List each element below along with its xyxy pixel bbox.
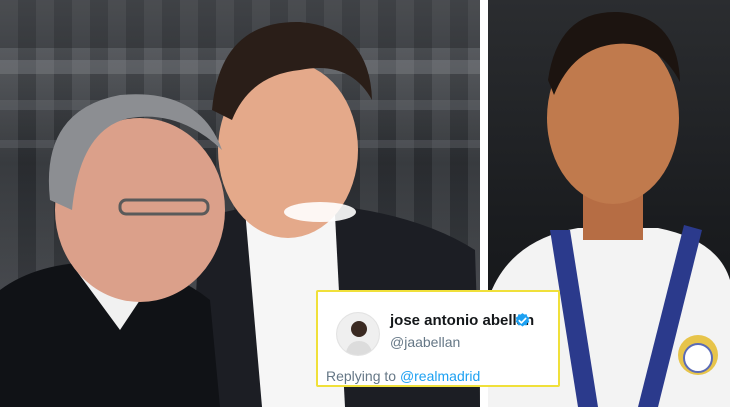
avatar[interactable]	[336, 312, 380, 356]
verified-badge-icon	[514, 312, 531, 329]
mention-link[interactable]: @realmadrid	[400, 368, 480, 384]
display-name[interactable]: jose antonio abellan	[390, 312, 534, 329]
tweet-card: jose antonio abellan @jaabellan Replying…	[316, 290, 560, 387]
replying-to-line: Replying to @realmadrid	[326, 368, 480, 384]
avatar-icon	[337, 313, 379, 355]
replying-prefix: Replying to	[326, 368, 397, 384]
user-handle[interactable]: @jaabellan	[390, 334, 460, 350]
